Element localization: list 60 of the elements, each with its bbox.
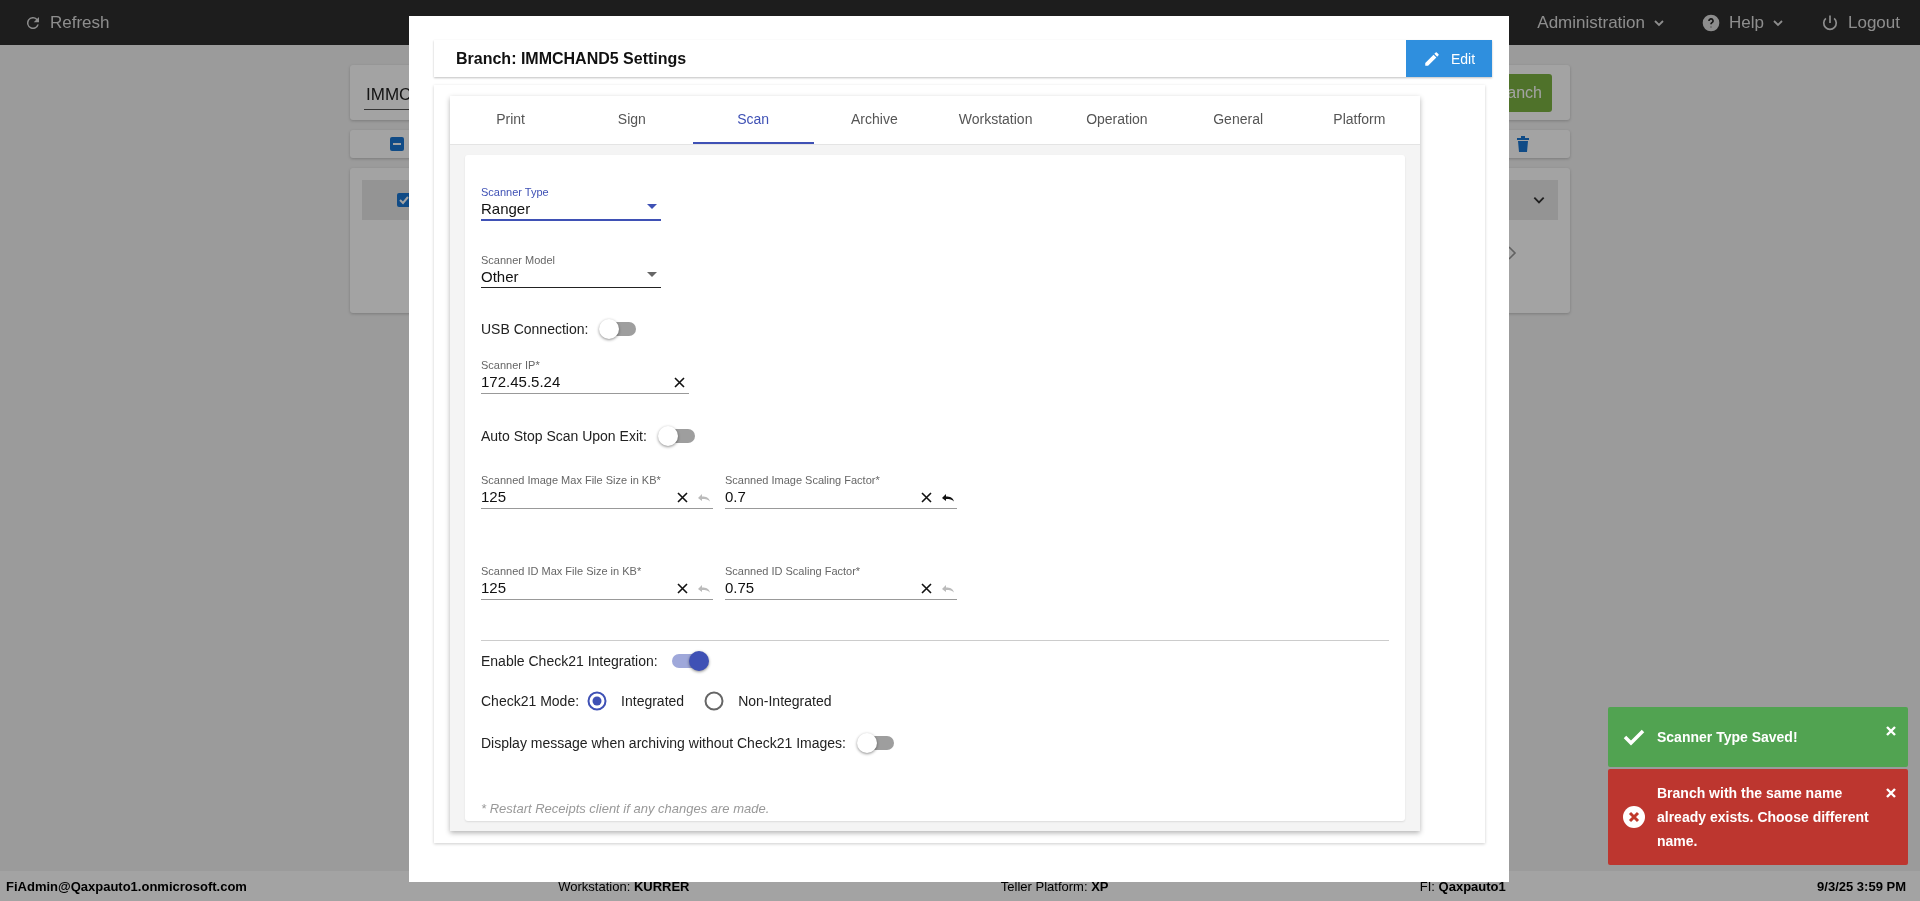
radio-button[interactable] [587, 691, 608, 711]
caret-icon [647, 272, 657, 278]
radio-group-label: Check21 Mode: [481, 693, 580, 709]
pencil-icon [1422, 49, 1441, 68]
tab[interactable]: Platform [1298, 96, 1420, 144]
error-icon [1623, 806, 1645, 828]
refresh-button[interactable]: Refresh [24, 12, 110, 33]
select-field[interactable]: Scanner Type Ranger [481, 186, 661, 221]
text-field[interactable]: Scanned ID Max File Size in KB* 125 [481, 565, 713, 600]
text-field[interactable]: Scanner IP* 172.45.5.24 [481, 359, 689, 394]
tab[interactable]: Operation [1056, 96, 1178, 144]
radio-option[interactable]: Non-Integrated [704, 691, 832, 711]
tab[interactable]: Sign [571, 96, 693, 144]
text-field[interactable]: Scanned Image Max File Size in KB* 125 [481, 474, 713, 509]
select-all-checkbox[interactable] [390, 137, 404, 151]
trash-icon[interactable] [1516, 136, 1530, 152]
tab[interactable]: Archive [813, 96, 935, 144]
status-text: Workstation: KURRER [558, 878, 690, 894]
radio-label: Non-Integrated [738, 693, 832, 709]
close-icon[interactable] [1886, 726, 1896, 736]
clear-icon[interactable] [674, 377, 685, 388]
status-text: FI: Qaxpauto1 [1419, 878, 1506, 894]
datetime-text: 9/3/25 3:59 PM [1817, 878, 1906, 894]
restart-note: * Restart Receipts client if any changes are made. [481, 801, 770, 816]
status-text: Teller Platform: XP [1000, 878, 1109, 894]
help-icon [1701, 12, 1722, 33]
toggle-switch[interactable] [602, 322, 637, 336]
user-text: FiAdmin@Qaxpauto1.onmicrosoft.com [6, 878, 247, 894]
toggle-label: Display message when archiving without Check21 Images: [481, 735, 846, 751]
clear-icon[interactable] [677, 583, 688, 594]
text-field[interactable]: Scanned ID Scaling Factor* 0.75 [725, 565, 957, 600]
radio-option[interactable]: Integrated [587, 691, 685, 711]
tab[interactable]: Workstation [935, 96, 1057, 144]
toggle-label: Auto Stop Scan Upon Exit: [481, 428, 647, 444]
menu-button[interactable]: Help [1701, 12, 1784, 33]
clear-icon[interactable] [921, 583, 932, 594]
dialog-title: Branch: IMMCHAND5 Settings [456, 49, 687, 68]
text-field[interactable]: Scanned Image Scaling Factor* 0.7 [725, 474, 957, 509]
toggle-switch[interactable] [671, 654, 706, 668]
check-icon [1623, 728, 1645, 746]
clear-icon[interactable] [921, 492, 932, 503]
tab[interactable]: General [1177, 96, 1299, 144]
tab[interactable]: Print [450, 96, 572, 144]
select-field[interactable]: Scanner Model Other [481, 254, 661, 288]
chevron-right-icon[interactable] [1506, 245, 1518, 261]
menu-button[interactable]: Administration [1537, 12, 1666, 33]
undo-icon[interactable] [941, 493, 955, 503]
toast-message: Branch with the same name already exists. Choose different name. [1657, 784, 1870, 851]
toggle-label: USB Connection: [481, 321, 589, 337]
clear-icon[interactable] [677, 492, 688, 503]
menu-button[interactable]: Logout [1820, 12, 1900, 33]
tab[interactable]: Scan [692, 96, 814, 144]
radio-label: Integrated [621, 693, 685, 709]
caret-icon [647, 204, 657, 210]
close-icon[interactable] [1886, 788, 1896, 798]
toggle-switch[interactable] [660, 429, 695, 443]
toast-message: Scanner Type Saved! [1657, 728, 1799, 747]
toggle-label: Enable Check21 Integration: [481, 653, 658, 669]
radio-button[interactable] [704, 691, 725, 711]
toggle-switch[interactable] [859, 736, 894, 750]
